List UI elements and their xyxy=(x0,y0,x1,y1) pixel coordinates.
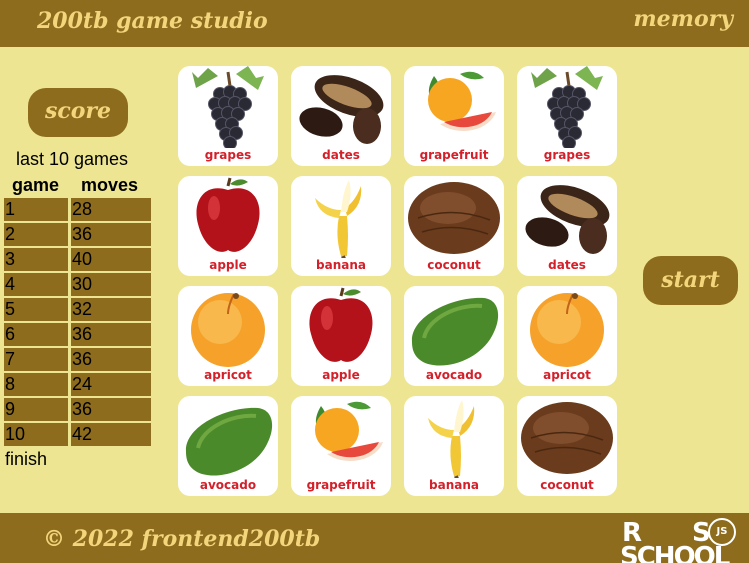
memory-card[interactable]: avocado xyxy=(178,396,278,496)
card-label: banana xyxy=(316,258,366,272)
logo-word: SCHOOL xyxy=(620,542,730,563)
game-number-cell: 9 xyxy=(4,398,68,421)
memory-card[interactable]: apple xyxy=(291,286,391,386)
card-label: dates xyxy=(548,258,586,272)
card-label: coconut xyxy=(427,258,481,272)
score-caption: last 10 games xyxy=(16,149,129,169)
moves-cell: 24 xyxy=(71,373,151,396)
moves-cell: 40 xyxy=(71,248,151,271)
card-label: apricot xyxy=(543,368,591,382)
studio-name: 200tb game studio xyxy=(37,8,268,34)
card-label: apple xyxy=(322,368,360,382)
card-label: avocado xyxy=(199,478,257,492)
memory-card[interactable]: coconut xyxy=(404,176,504,276)
moves-cell: 36 xyxy=(71,348,151,371)
header-bar: 200tb game studio memory xyxy=(0,0,749,47)
memory-card[interactable]: grapes xyxy=(517,66,617,166)
start-button[interactable]: start xyxy=(643,256,738,305)
card-label: apricot xyxy=(204,368,252,382)
memory-card[interactable]: avocado xyxy=(404,286,504,386)
card-board: grapes dates grapefruit grapes apple ban… xyxy=(178,66,617,496)
game-column-header: game xyxy=(12,175,60,195)
game-number-cell: 10 xyxy=(4,423,68,446)
memory-card[interactable]: banana xyxy=(291,176,391,276)
game-number-cell: 8 xyxy=(4,373,68,396)
game-number-cell: 6 xyxy=(4,323,68,346)
card-label: grapefruit xyxy=(419,148,489,162)
moves-cell: 36 xyxy=(71,323,151,346)
moves-column-header: moves xyxy=(81,175,139,195)
memory-card[interactable]: apricot xyxy=(178,286,278,386)
game-number-cell: 4 xyxy=(4,273,68,296)
card-label: avocado xyxy=(425,368,483,382)
school-logo[interactable]: R S JS SCHOOL xyxy=(618,516,749,563)
memory-card[interactable]: grapefruit xyxy=(404,66,504,166)
memory-card[interactable]: dates xyxy=(291,66,391,166)
card-label: grapefruit xyxy=(306,478,376,492)
card-label: dates xyxy=(322,148,360,162)
game-title: memory xyxy=(633,6,733,32)
memory-card[interactable]: coconut xyxy=(517,396,617,496)
moves-cell: 36 xyxy=(71,398,151,421)
moves-cell: 36 xyxy=(71,223,151,246)
copyright-text: © 2022 frontend200tb xyxy=(43,526,321,552)
memory-card[interactable]: banana xyxy=(404,396,504,496)
score-button[interactable]: score xyxy=(28,88,128,137)
card-label: grapes xyxy=(204,148,252,162)
game-number-cell: 7 xyxy=(4,348,68,371)
game-number-cell: 5 xyxy=(4,298,68,321)
moves-cell: 28 xyxy=(71,198,151,221)
card-label: grapes xyxy=(543,148,591,162)
game-number-cell: 2 xyxy=(4,223,68,246)
game-number-cell: 3 xyxy=(4,248,68,271)
moves-cell: 32 xyxy=(71,298,151,321)
memory-card[interactable]: grapes xyxy=(178,66,278,166)
memory-card[interactable]: grapefruit xyxy=(291,396,391,496)
card-label: banana xyxy=(429,478,479,492)
moves-cell: 42 xyxy=(71,423,151,446)
card-label: apple xyxy=(209,258,247,272)
memory-card[interactable]: apricot xyxy=(517,286,617,386)
game-status: finish xyxy=(5,449,48,469)
moves-cell: 30 xyxy=(71,273,151,296)
memory-card[interactable]: dates xyxy=(517,176,617,276)
card-label: coconut xyxy=(540,478,594,492)
game-number-cell: 1 xyxy=(4,198,68,221)
memory-card[interactable]: apple xyxy=(178,176,278,276)
